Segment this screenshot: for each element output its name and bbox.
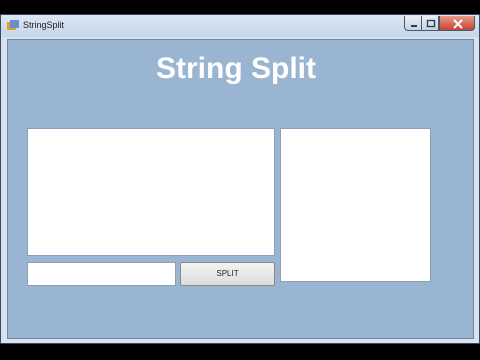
input-text-area[interactable] — [27, 128, 275, 256]
form-client-area: String Split SPLIT — [7, 39, 474, 339]
maximize-button[interactable] — [421, 16, 439, 31]
output-list[interactable] — [280, 128, 431, 282]
delimiter-input[interactable] — [27, 262, 176, 286]
window-title: StringSplit — [23, 20, 65, 30]
minimize-button[interactable] — [404, 16, 422, 31]
close-button[interactable] — [439, 16, 475, 31]
maximize-icon — [426, 19, 436, 28]
page-title: String Split — [156, 52, 316, 85]
title-bar[interactable]: StringSplit — [1, 15, 479, 37]
split-button[interactable]: SPLIT — [180, 262, 275, 286]
close-icon — [453, 19, 463, 29]
app-window: StringSplit String Split SPLIT — [0, 14, 480, 344]
app-icon — [7, 20, 19, 30]
